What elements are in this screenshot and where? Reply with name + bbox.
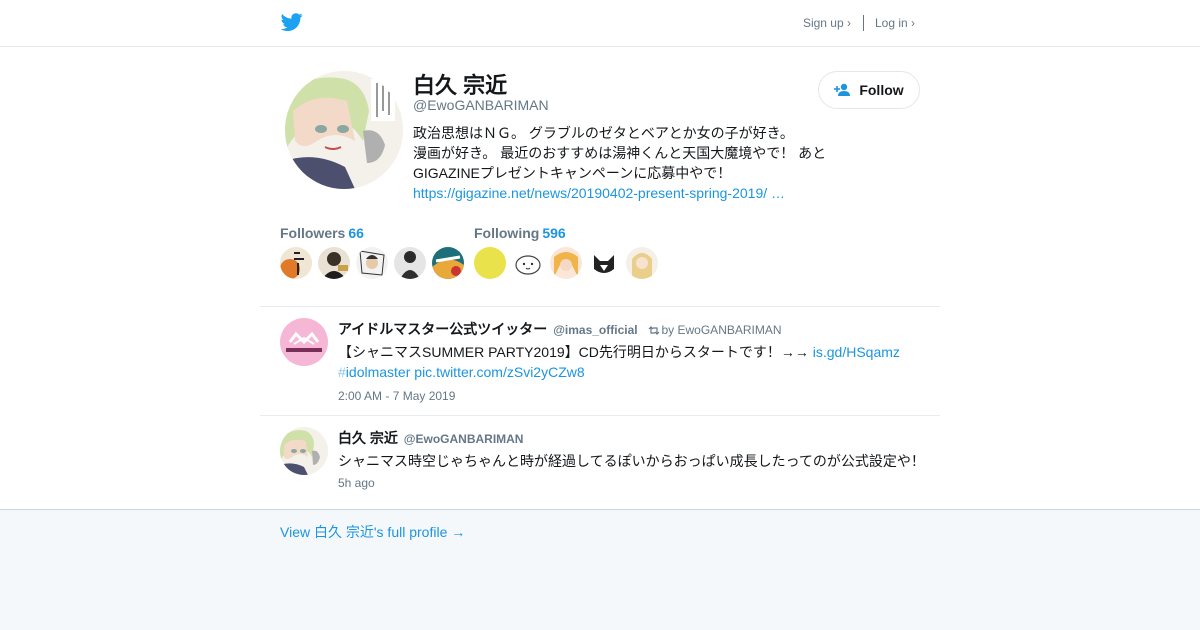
tweet-author-name[interactable]: アイドルマスター公式ツイッター	[338, 321, 547, 337]
tweet-text: シャニマス時空じゃちゃんと時が経過してるぽいからおっぱい成長したってのが公式設定…	[338, 451, 928, 471]
profile-bio: 政治思想はＮＧ。 グラブルのゼタとベアとか女の子が好き。 漫画が好き。 最近のお…	[413, 123, 853, 203]
twitter-bird-icon[interactable]	[280, 11, 304, 33]
bio-line: GIGAZINEプレゼントキャンペーンに応募中やで！	[413, 165, 732, 181]
main-panel: 白久 宗近 @EwoGANBARIMAN 政治思想はＮＧ。 グラブルのゼタとベア…	[0, 47, 1200, 510]
following-label: Following	[474, 225, 540, 241]
tweet-pic-link[interactable]: pic.twitter.com/zSvi2yCZw8	[414, 364, 584, 380]
retweet-icon	[648, 326, 659, 335]
tweet-author-name[interactable]: 白久 宗近	[338, 430, 398, 446]
followers-header[interactable]: Followers 66	[280, 225, 470, 241]
tweet-header: アイドルマスター公式ツイッター @imas_official by EwoGAN…	[338, 319, 782, 339]
followers-avatars	[280, 247, 470, 279]
tweet-avatar[interactable]	[280, 427, 328, 475]
retweet-indicator: by EwoGANBARIMAN	[648, 323, 782, 337]
following-avatar[interactable]	[588, 247, 620, 279]
auth-links: Sign up › Log in ›	[803, 15, 915, 31]
tweet-header: 白久 宗近 @EwoGANBARIMAN	[338, 428, 523, 448]
bio-line: 漫画が好き。 最近のおすすめは湯神くんと天国大魔境やで！ あと	[413, 145, 827, 161]
following-avatar[interactable]	[626, 247, 658, 279]
profile-avatar-image	[285, 71, 403, 189]
top-bar-inner: Sign up › Log in ›	[280, 0, 920, 46]
followers-label: Followers	[280, 225, 346, 241]
following-count: 596	[542, 225, 566, 241]
retweet-by: by EwoGANBARIMAN	[661, 323, 782, 337]
auth-divider	[862, 15, 864, 31]
following-avatar[interactable]	[512, 247, 544, 279]
tweet-author-handle[interactable]: @imas_official	[553, 323, 637, 337]
following-avatar[interactable]	[474, 247, 506, 279]
tweet-item[interactable]: 白久 宗近 @EwoGANBARIMAN シャニマス時空じゃちゃんと時が経過して…	[260, 415, 940, 510]
content-wrap: 白久 宗近 @EwoGANBARIMAN 政治思想はＮＧ。 グラブルのゼタとベア…	[260, 47, 940, 510]
bio-link[interactable]: https://gigazine.net/news/20190402-prese…	[413, 183, 853, 203]
profile-header: 白久 宗近 @EwoGANBARIMAN 政治思想はＮＧ。 グラブルのゼタとベア…	[280, 71, 920, 311]
tweet-hashtag[interactable]: idolmaster	[346, 364, 411, 380]
profile-handle: @EwoGANBARIMAN	[413, 97, 549, 113]
log-in-link[interactable]: Log in ›	[875, 16, 915, 30]
add-user-icon	[834, 83, 851, 96]
tweet-item[interactable]: アイドルマスター公式ツイッター @imas_official by EwoGAN…	[260, 306, 940, 416]
follow-button-label: Follow	[859, 82, 904, 98]
full-profile-link[interactable]: View 白久 宗近's full profile →	[280, 524, 465, 540]
profile-name: 白久 宗近	[413, 73, 508, 98]
follower-avatar[interactable]	[318, 247, 350, 279]
following-header[interactable]: Following 596	[474, 225, 664, 241]
top-bar: Sign up › Log in ›	[0, 0, 1200, 47]
follower-avatar[interactable]	[356, 247, 388, 279]
sign-up-link[interactable]: Sign up ›	[803, 16, 851, 30]
profile-avatar[interactable]	[285, 71, 403, 189]
bio-line: 政治思想はＮＧ。 グラブルのゼタとベアとか女の子が好き。	[413, 125, 794, 141]
follower-avatar[interactable]	[432, 247, 464, 279]
footer: View 白久 宗近's full profile →	[280, 510, 920, 542]
tweet-timestamp[interactable]: 2:00 AM - 7 May 2019	[338, 389, 455, 403]
tweet-avatar[interactable]	[280, 318, 328, 366]
following-avatar[interactable]	[550, 247, 582, 279]
follow-button[interactable]: Follow	[818, 71, 920, 109]
follower-avatar[interactable]	[394, 247, 426, 279]
tweet-author-handle[interactable]: @EwoGANBARIMAN	[404, 432, 524, 446]
tweet-timestamp[interactable]: 5h ago	[338, 476, 375, 490]
followers-count: 66	[348, 225, 364, 241]
follower-avatar[interactable]	[280, 247, 312, 279]
hashtag-symbol: #	[338, 364, 346, 380]
followers-section: Followers 66	[280, 225, 470, 279]
tweet-text-main: 【シャニマスSUMMER PARTY2019】CD先行明日からスタートです！→→	[338, 344, 809, 360]
tweet-text-main: シャニマス時空じゃちゃんと時が経過してるぽいからおっぱい成長したってのが公式設定…	[338, 453, 925, 469]
tweet-text: 【シャニマスSUMMER PARTY2019】CD先行明日からスタートです！→→…	[338, 342, 928, 382]
following-avatars	[474, 247, 664, 279]
tweet-link[interactable]: is.gd/HSqamz	[813, 344, 900, 360]
following-section: Following 596	[474, 225, 664, 279]
